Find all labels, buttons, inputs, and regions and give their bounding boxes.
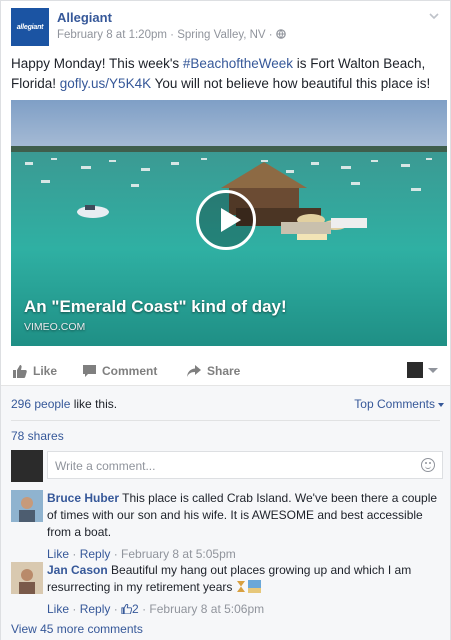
comment-like-link[interactable]: Like [47,602,69,616]
video-attachment[interactable]: An "Emerald Coast" kind of day! VIMEO.CO… [11,100,447,346]
page-avatar[interactable]: allegiant [11,8,49,46]
shortlink[interactable]: gofly.us/Y5K4K [60,76,151,91]
comment-reply-link[interactable]: Reply [80,547,111,561]
post-message: Happy Monday! This week's #BeachoftheWee… [11,56,431,91]
comment-input[interactable]: Write a comment... [47,451,443,479]
caret-down-icon [428,367,438,373]
post-date[interactable]: February 8 at 1:20pm [57,29,167,41]
post-location[interactable]: Spring Valley, NV [177,29,265,41]
like-button[interactable]: Like [13,364,57,378]
comment-like-count[interactable]: 2 [121,602,139,616]
view-more-comments-link[interactable]: View 45 more comments [11,622,143,636]
comment-button[interactable]: Comment [83,364,157,378]
post-as-selector[interactable] [407,362,438,378]
share-icon [187,365,201,377]
shares-link[interactable]: 78 shares [11,429,64,443]
likes-count-link[interactable]: 296 people [11,397,70,411]
action-bar: Like Comment Share [11,358,440,386]
feedback-section: 296 people like this. Top Comments 78 sh… [1,385,450,640]
comment-time[interactable]: February 8 at 5:06pm [149,602,264,616]
play-icon[interactable] [196,190,256,250]
caret-down-icon [438,402,444,407]
thumbs-up-icon [13,364,27,378]
likes-summary: 296 people like this. [11,397,118,411]
commenter-name[interactable]: Jan Cason [47,563,108,577]
chevron-down-icon[interactable] [428,10,440,22]
share-button[interactable]: Share [187,364,240,378]
hourglass-beach-emoji-icon [236,580,261,593]
post-meta: February 8 at 1:20pm · Spring Valley, NV… [57,29,286,41]
thumbs-up-icon [121,603,133,615]
comment-actions: Like · Reply · 2 · February 8 at 5:06pm [47,602,265,616]
video-title[interactable]: An "Emerald Coast" kind of day! [24,297,287,317]
hashtag-link[interactable]: #BeachoftheWeek [183,56,293,71]
page-name-link[interactable]: Allegiant [57,10,112,25]
avatar[interactable] [11,562,43,594]
smiley-icon[interactable] [421,458,435,472]
comment-sort-dropdown[interactable]: Top Comments [354,397,444,411]
commenter-name[interactable]: Bruce Huber [47,491,119,505]
avatar[interactable] [11,490,43,522]
comment-time[interactable]: February 8 at 5:05pm [121,547,236,561]
comment-actions: Like · Reply · February 8 at 5:05pm [47,547,236,561]
video-source: VIMEO.COM [24,321,86,333]
avatar [407,362,423,378]
avatar [11,450,43,482]
comment-icon [83,365,96,377]
post-header: allegiant Allegiant February 8 at 1:20pm… [11,8,440,48]
globe-icon [276,29,286,39]
comment-like-link[interactable]: Like [47,547,69,561]
divider [11,420,440,421]
comment-reply-link[interactable]: Reply [80,602,111,616]
post-card: allegiant Allegiant February 8 at 1:20pm… [0,0,451,640]
logo-text: allegiant [16,23,44,31]
